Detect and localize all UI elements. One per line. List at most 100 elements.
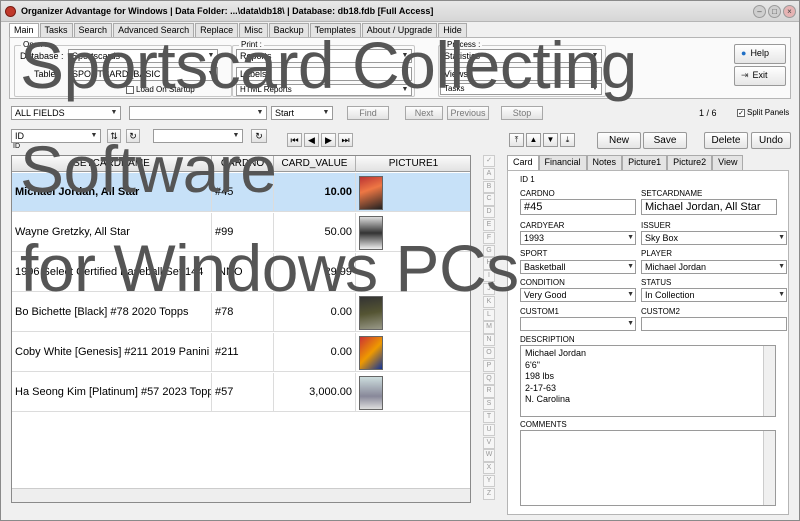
chevron-down-icon: ▼ bbox=[627, 320, 634, 327]
overlay-line-2: Software bbox=[20, 132, 277, 206]
title-bar: Organizer Advantage for Windows | Data F… bbox=[1, 1, 799, 22]
help-icon: ● bbox=[741, 48, 747, 58]
close-icon[interactable]: × bbox=[783, 5, 796, 18]
table-row[interactable]: Coby White [Genesis] #211 2019 Panini #2… bbox=[12, 333, 470, 372]
alpha-index-e[interactable]: E bbox=[483, 218, 495, 232]
description-label: DESCRIPTION bbox=[520, 335, 575, 344]
tab-card[interactable]: Card bbox=[507, 155, 539, 170]
cell-cardno: #211 bbox=[212, 333, 274, 372]
cardyear-select[interactable]: 1993 ▼ bbox=[520, 231, 636, 245]
player-select[interactable]: Michael Jordan ▼ bbox=[641, 260, 787, 274]
move-bottom-icon[interactable]: ⤓ bbox=[560, 133, 575, 147]
alpha-index-t[interactable]: T bbox=[483, 410, 495, 424]
overlay-line-1: Sportscard Collecting bbox=[20, 28, 637, 102]
search-field-select[interactable]: ALL FIELDS ▼ bbox=[11, 106, 121, 120]
previous-button[interactable]: Previous bbox=[447, 106, 489, 120]
exit-button[interactable]: ⇥ Exit bbox=[734, 66, 786, 86]
undo-button[interactable]: Undo bbox=[751, 132, 791, 149]
alpha-index-c[interactable]: C bbox=[483, 193, 495, 206]
alpha-index-s[interactable]: S bbox=[483, 398, 495, 411]
alpha-index-w[interactable]: W bbox=[483, 449, 495, 462]
alpha-index-n[interactable]: N bbox=[483, 334, 495, 347]
description-scrollbar[interactable] bbox=[763, 346, 775, 416]
overlay-line-3: for Windows PCs bbox=[20, 231, 519, 305]
sport-select[interactable]: Basketball ▼ bbox=[520, 260, 636, 274]
alpha-index-m[interactable]: M bbox=[483, 321, 495, 334]
column-header-picture1[interactable]: PICTURE1 bbox=[356, 156, 470, 172]
alpha-index-q[interactable]: Q bbox=[483, 372, 495, 385]
alpha-index-y[interactable]: Y bbox=[483, 474, 495, 488]
cell-setcardname: Coby White [Genesis] #211 2019 Panini bbox=[12, 333, 212, 372]
next-record-icon[interactable]: ▶ bbox=[321, 133, 336, 147]
alpha-index-l[interactable]: L bbox=[483, 308, 495, 321]
save-button[interactable]: Save bbox=[643, 132, 687, 149]
setcardname-field[interactable]: Michael Jordan, All Star bbox=[641, 199, 777, 215]
cardno-field[interactable]: #45 bbox=[520, 199, 636, 215]
alpha-index-x[interactable]: X bbox=[483, 462, 495, 475]
tab-view[interactable]: View bbox=[712, 155, 744, 170]
sport-label: SPORT bbox=[520, 249, 548, 258]
table-row[interactable]: Ha Seong Kim [Platinum] #57 2023 Topps #… bbox=[12, 373, 470, 412]
alpha-index-p[interactable]: P bbox=[483, 359, 495, 373]
id-label: ID 1 bbox=[520, 175, 535, 184]
help-button[interactable]: ● Help bbox=[734, 44, 786, 64]
move-top-icon[interactable]: ⤒ bbox=[509, 133, 524, 147]
alpha-index-a[interactable]: A bbox=[483, 167, 495, 181]
column-header-card-value[interactable]: CARD_VALUE bbox=[274, 156, 356, 172]
issuer-select[interactable]: Sky Box ▼ bbox=[641, 231, 787, 245]
status-label: STATUS bbox=[641, 278, 672, 287]
maximize-icon[interactable]: □ bbox=[768, 5, 781, 18]
chevron-down-icon: ▼ bbox=[778, 263, 785, 270]
stop-button[interactable]: Stop bbox=[501, 106, 543, 120]
last-record-icon[interactable]: ⏭ bbox=[338, 133, 353, 147]
cell-picture1 bbox=[356, 173, 470, 212]
records-grid: SETCARDNAME CARDNO CARD_VALUE PICTURE1 M… bbox=[11, 155, 471, 503]
tab-picture2[interactable]: Picture2 bbox=[667, 155, 713, 170]
status-select[interactable]: In Collection ▼ bbox=[641, 288, 787, 302]
alpha-index-b[interactable]: B bbox=[483, 180, 495, 193]
alpha-index-z[interactable]: Z bbox=[483, 487, 495, 501]
cell-picture1 bbox=[356, 333, 470, 372]
next-button[interactable]: Next bbox=[405, 106, 443, 120]
tab-financial[interactable]: Financial bbox=[538, 155, 587, 170]
tab-picture1[interactable]: Picture1 bbox=[622, 155, 668, 170]
custom2-label: CUSTOM2 bbox=[641, 307, 680, 316]
move-down-icon[interactable]: ▼ bbox=[543, 133, 558, 147]
exit-icon: ⇥ bbox=[741, 70, 749, 80]
find-button[interactable]: Find bbox=[347, 106, 389, 120]
description-memo[interactable]: Michael Jordan 6'6" 198 lbs 2-17-63 N. C… bbox=[520, 345, 776, 417]
comments-memo[interactable] bbox=[520, 430, 776, 506]
previous-record-icon[interactable]: ◀ bbox=[304, 133, 319, 147]
delete-button[interactable]: Delete bbox=[704, 132, 748, 149]
alpha-index-o[interactable]: O bbox=[483, 346, 495, 360]
first-record-icon[interactable]: ⏮ bbox=[287, 133, 302, 147]
chevron-down-icon: ▼ bbox=[256, 109, 264, 116]
minimize-icon[interactable]: – bbox=[753, 5, 766, 18]
player-label: PLAYER bbox=[641, 249, 672, 258]
custom1-select[interactable]: ▼ bbox=[520, 317, 636, 331]
split-panels-checkbox[interactable]: ✓ Split Panels bbox=[737, 108, 789, 117]
chevron-down-icon: ▼ bbox=[322, 109, 330, 116]
comments-scrollbar[interactable] bbox=[763, 431, 775, 505]
condition-select[interactable]: Very Good ▼ bbox=[520, 288, 636, 302]
custom2-field[interactable] bbox=[641, 317, 787, 331]
move-up-icon[interactable]: ▲ bbox=[526, 133, 541, 147]
search-text-input[interactable]: ▼ bbox=[129, 106, 267, 120]
tab-notes[interactable]: Notes bbox=[586, 155, 623, 170]
alpha-index-r[interactable]: R bbox=[483, 385, 495, 398]
search-start-select[interactable]: Start ▼ bbox=[271, 106, 333, 120]
issuer-label: ISSUER bbox=[641, 221, 671, 230]
new-button[interactable]: New bbox=[597, 132, 641, 149]
grid-horizontal-scrollbar[interactable] bbox=[12, 488, 470, 502]
cell-picture1 bbox=[356, 373, 470, 412]
alpha-index-u[interactable]: U bbox=[483, 423, 495, 437]
record-tab-strip: Card Financial Notes Picture1 Picture2 View bbox=[507, 155, 744, 170]
alpha-select-all-icon[interactable]: ✓ bbox=[483, 155, 495, 168]
card-thumbnail bbox=[359, 376, 383, 410]
alpha-index-d[interactable]: D bbox=[483, 206, 495, 219]
alpha-index-v[interactable]: V bbox=[483, 436, 495, 449]
cell-cardno: #57 bbox=[212, 373, 274, 412]
page-info: 1 / 6 bbox=[699, 108, 717, 118]
chevron-down-icon: ▼ bbox=[778, 234, 785, 241]
cell-setcardname: Ha Seong Kim [Platinum] #57 2023 Topps bbox=[12, 373, 212, 412]
